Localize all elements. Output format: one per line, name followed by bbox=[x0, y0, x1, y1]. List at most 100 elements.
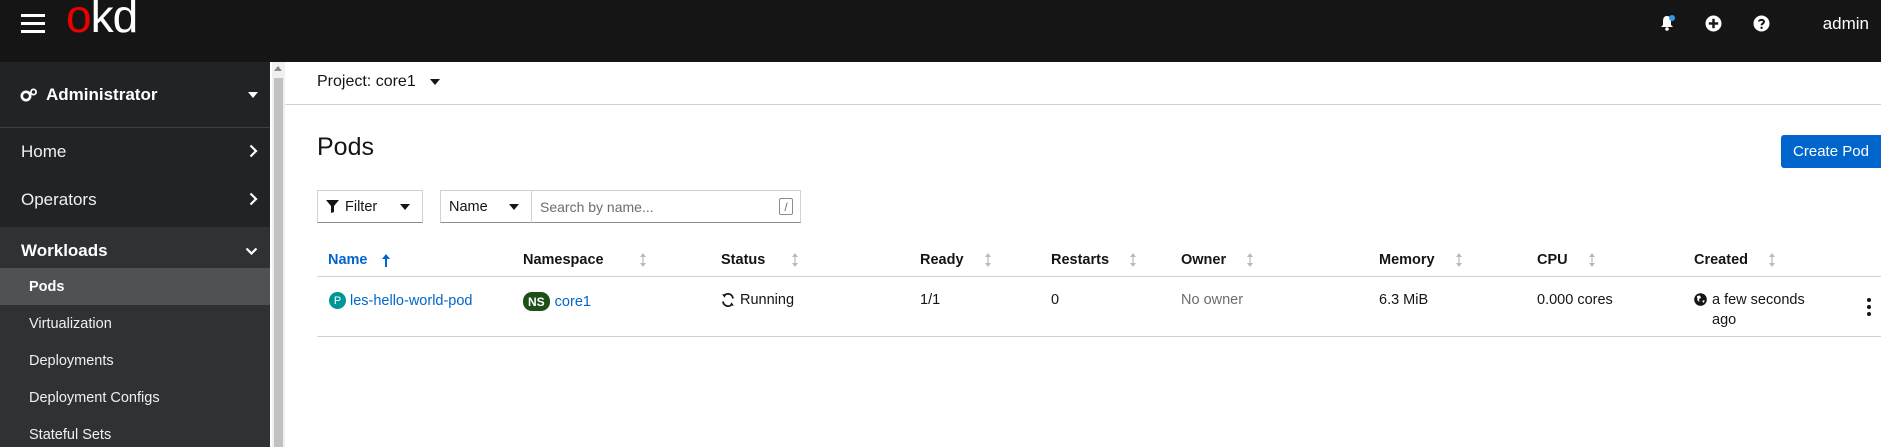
search-type-label: Name bbox=[449, 198, 488, 215]
scroll-up-arrow-icon[interactable] bbox=[274, 66, 282, 71]
create-pod-button[interactable]: Create Pod bbox=[1781, 135, 1881, 168]
column-label: Memory bbox=[1379, 252, 1435, 268]
sort-icon bbox=[1130, 253, 1137, 267]
cell-cpu: 0.000 cores bbox=[1537, 292, 1613, 308]
column-header-restarts[interactable]: Restarts bbox=[1051, 252, 1137, 268]
column-header-name[interactable]: Name bbox=[328, 252, 390, 268]
table-row: P les-hello-world-pod NS core1 Running 1… bbox=[317, 278, 1881, 337]
cell-status: Running bbox=[721, 292, 794, 308]
memory-value: 6.3 MiB bbox=[1379, 292, 1429, 308]
cpu-value: 0.000 cores bbox=[1537, 292, 1613, 308]
namespace-link[interactable]: core1 bbox=[555, 294, 591, 310]
sync-icon bbox=[722, 293, 734, 307]
restarts-value: 0 bbox=[1051, 292, 1060, 308]
search-input[interactable] bbox=[532, 191, 800, 222]
row-actions-kebab-icon[interactable] bbox=[1866, 298, 1872, 316]
filter-icon bbox=[326, 200, 339, 213]
namespace-resource-badge: NS bbox=[523, 292, 550, 311]
okd-logo[interactable]: okd bbox=[66, 0, 138, 39]
plus-circle-icon[interactable] bbox=[1700, 10, 1726, 36]
logo-letter-o: o bbox=[66, 0, 92, 42]
sub-item-label: Deployments bbox=[29, 352, 114, 369]
caret-down-icon bbox=[509, 204, 519, 210]
perspective-switcher[interactable]: Administrator bbox=[0, 62, 270, 128]
column-header-memory[interactable]: Memory bbox=[1379, 252, 1463, 268]
caret-down-icon bbox=[400, 204, 410, 210]
column-header-owner[interactable]: Owner bbox=[1181, 252, 1254, 268]
sub-item-label: Pods bbox=[29, 278, 65, 295]
chevron-down-icon bbox=[245, 247, 258, 255]
sidebar-item-virtualization[interactable]: Virtualization bbox=[0, 305, 270, 342]
nav-item-home[interactable]: Home bbox=[0, 128, 270, 176]
sort-icon bbox=[1588, 253, 1595, 267]
search-type-dropdown[interactable]: Name bbox=[440, 190, 532, 223]
column-header-created[interactable]: Created bbox=[1694, 252, 1776, 268]
project-bar: Project: core1 bbox=[285, 62, 1881, 105]
cell-ready: 1/1 bbox=[920, 292, 940, 308]
status-text: Running bbox=[740, 292, 795, 308]
sort-icon bbox=[984, 253, 991, 267]
nav-item-label: Home bbox=[21, 142, 67, 161]
column-label: Owner bbox=[1181, 252, 1227, 268]
column-header-namespace[interactable]: Namespace bbox=[523, 252, 647, 268]
sidebar-item-deployment-configs[interactable]: Deployment Configs bbox=[0, 379, 270, 416]
table-header: Name Namespace Status Ready Restarts Own… bbox=[317, 240, 1881, 277]
cell-owner: No owner bbox=[1181, 292, 1243, 308]
help-icon[interactable] bbox=[1748, 10, 1774, 36]
chevron-right-icon bbox=[249, 192, 258, 206]
sort-icon bbox=[1247, 253, 1254, 267]
owner-value: No owner bbox=[1181, 292, 1244, 308]
column-label: Status bbox=[721, 252, 766, 268]
cell-memory: 6.3 MiB bbox=[1379, 292, 1428, 308]
nav-item-label: Workloads bbox=[21, 241, 108, 260]
sub-item-label: Stateful Sets bbox=[29, 426, 112, 443]
cell-restarts: 0 bbox=[1051, 292, 1059, 308]
chevron-right-icon bbox=[249, 144, 258, 158]
column-header-status[interactable]: Status bbox=[721, 252, 799, 268]
sort-icon bbox=[1455, 253, 1462, 267]
cell-created: a few seconds ago bbox=[1694, 292, 1805, 328]
caret-down-icon bbox=[429, 79, 440, 85]
masthead: okd admin bbox=[0, 0, 1881, 62]
nav-item-label: Operators bbox=[21, 190, 97, 209]
globe-icon bbox=[1694, 293, 1707, 306]
keyboard-shortcut-hint: / bbox=[779, 198, 793, 215]
sort-ascending-icon bbox=[381, 253, 390, 267]
search-box: / bbox=[531, 190, 801, 223]
project-selector[interactable]: Project: core1 bbox=[317, 73, 440, 91]
sub-item-label: Deployment Configs bbox=[29, 389, 160, 406]
cell-namespace: NS core1 bbox=[523, 292, 591, 311]
sidebar-item-pods[interactable]: Pods bbox=[0, 268, 270, 305]
notifications-icon[interactable] bbox=[1654, 10, 1680, 36]
created-line-1: a few seconds bbox=[1712, 292, 1805, 308]
column-header-cpu[interactable]: CPU bbox=[1537, 252, 1596, 268]
sort-icon bbox=[792, 253, 799, 267]
page-title: Pods bbox=[317, 133, 374, 161]
caret-down-icon bbox=[248, 92, 258, 98]
sub-item-label: Virtualization bbox=[29, 315, 112, 332]
column-label: Name bbox=[328, 252, 368, 268]
nav-item-operators[interactable]: Operators bbox=[0, 176, 270, 224]
filter-label: Filter bbox=[345, 198, 378, 215]
sort-icon bbox=[1769, 253, 1775, 267]
main-content: Project: core1 Pods Create Pod Filter Na… bbox=[285, 62, 1881, 447]
logo-letters-kd: kd bbox=[90, 0, 139, 42]
cell-name: P les-hello-world-pod bbox=[329, 292, 473, 309]
filter-dropdown[interactable]: Filter bbox=[317, 190, 423, 223]
column-label: Restarts bbox=[1051, 252, 1110, 268]
user-menu[interactable]: admin bbox=[1823, 14, 1869, 34]
sidebar-item-deployments[interactable]: Deployments bbox=[0, 342, 270, 379]
sort-icon bbox=[639, 253, 646, 267]
column-label: Created bbox=[1694, 252, 1748, 268]
hamburger-menu-icon[interactable] bbox=[21, 14, 45, 34]
column-header-ready[interactable]: Ready bbox=[920, 252, 992, 268]
cogs-icon bbox=[20, 88, 37, 101]
created-line-2: ago bbox=[1712, 312, 1737, 328]
scrollbar-thumb[interactable] bbox=[274, 78, 283, 447]
pod-resource-badge: P bbox=[329, 292, 346, 309]
sidebar-scrollbar[interactable] bbox=[272, 62, 285, 447]
perspective-label: Administrator bbox=[46, 84, 158, 104]
column-label: Namespace bbox=[523, 252, 604, 268]
pod-name-link[interactable]: les-hello-world-pod bbox=[350, 293, 473, 309]
sidebar-item-stateful-sets[interactable]: Stateful Sets bbox=[0, 416, 270, 447]
